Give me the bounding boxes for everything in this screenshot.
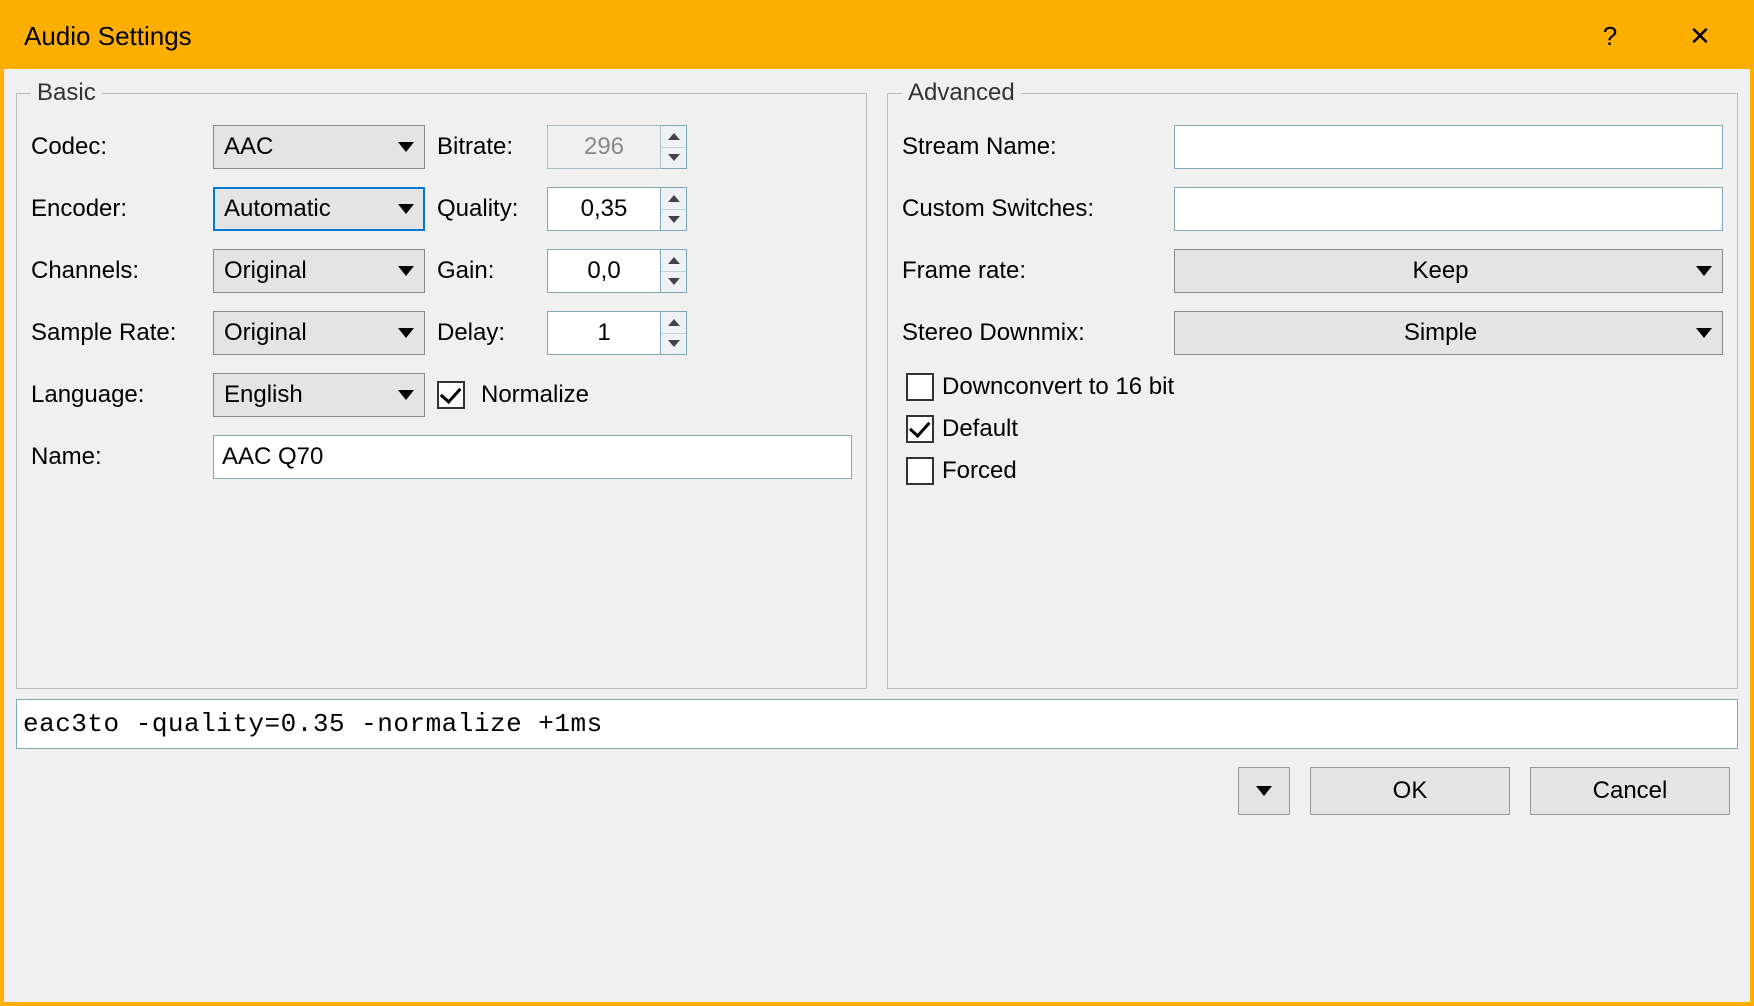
forced-checkbox[interactable] bbox=[906, 457, 934, 485]
arrow-down-icon bbox=[668, 340, 680, 347]
quality-input[interactable]: 0,35 bbox=[547, 187, 661, 231]
normalize-checkbox[interactable] bbox=[437, 381, 465, 409]
delay-up-button[interactable] bbox=[661, 312, 686, 334]
forced-label: Forced bbox=[942, 457, 1017, 485]
chevron-down-icon bbox=[398, 266, 414, 276]
chevron-down-icon bbox=[398, 328, 414, 338]
chevron-down-icon bbox=[398, 204, 414, 214]
language-value: English bbox=[224, 381, 398, 409]
close-button[interactable]: ✕ bbox=[1670, 17, 1730, 57]
help-button[interactable]: ? bbox=[1580, 17, 1640, 57]
chevron-down-icon bbox=[1696, 266, 1712, 276]
samplerate-label: Sample Rate: bbox=[31, 319, 201, 347]
codec-label: Codec: bbox=[31, 133, 201, 161]
name-input[interactable]: AAC Q70 bbox=[213, 435, 852, 479]
basic-legend: Basic bbox=[31, 79, 102, 107]
arrow-up-icon bbox=[668, 319, 680, 326]
name-label: Name: bbox=[31, 443, 201, 471]
chevron-down-icon bbox=[1256, 786, 1272, 796]
channels-label: Channels: bbox=[31, 257, 201, 285]
bitrate-spinner bbox=[661, 125, 687, 169]
titlebar: Audio Settings ? ✕ bbox=[4, 4, 1750, 69]
downconvert-checkbox[interactable] bbox=[906, 373, 934, 401]
chevron-down-icon bbox=[398, 142, 414, 152]
bitrate-label: Bitrate: bbox=[437, 133, 537, 161]
stereo-downmix-value: Simple bbox=[1185, 319, 1696, 347]
default-label: Default bbox=[942, 415, 1018, 443]
window-title: Audio Settings bbox=[24, 21, 192, 52]
gain-input[interactable]: 0,0 bbox=[547, 249, 661, 293]
quality-spinner bbox=[661, 187, 687, 231]
encoder-label: Encoder: bbox=[31, 195, 201, 223]
advanced-group: Advanced Stream Name: Custom Switches: F… bbox=[887, 79, 1738, 689]
quality-down-button[interactable] bbox=[661, 210, 686, 231]
delay-spinner bbox=[661, 311, 687, 355]
chevron-down-icon bbox=[1696, 328, 1712, 338]
encoder-value: Automatic bbox=[224, 195, 398, 223]
codec-combo[interactable]: AAC bbox=[213, 125, 425, 169]
framerate-combo[interactable]: Keep bbox=[1174, 249, 1723, 293]
downconvert-label: Downconvert to 16 bit bbox=[942, 373, 1174, 401]
bottom-bar: OK Cancel bbox=[4, 749, 1750, 833]
custom-switches-label: Custom Switches: bbox=[902, 195, 1162, 223]
advanced-legend: Advanced bbox=[902, 79, 1021, 107]
arrow-up-icon bbox=[668, 257, 680, 264]
arrow-down-icon bbox=[668, 278, 680, 285]
arrow-down-icon bbox=[668, 154, 680, 161]
cancel-button[interactable]: Cancel bbox=[1530, 767, 1730, 815]
stereo-downmix-combo[interactable]: Simple bbox=[1174, 311, 1723, 355]
gain-down-button[interactable] bbox=[661, 272, 686, 293]
bitrate-down-button[interactable] bbox=[661, 148, 686, 169]
gain-spinner bbox=[661, 249, 687, 293]
samplerate-value: Original bbox=[224, 319, 398, 347]
arrow-up-icon bbox=[668, 195, 680, 202]
stream-name-label: Stream Name: bbox=[902, 133, 1162, 161]
gain-up-button[interactable] bbox=[661, 250, 686, 272]
channels-value: Original bbox=[224, 257, 398, 285]
bitrate-up-button[interactable] bbox=[661, 126, 686, 148]
command-line-output[interactable]: eac3to -quality=0.35 -normalize +1ms bbox=[16, 699, 1738, 749]
preset-menu-button[interactable] bbox=[1238, 767, 1290, 815]
codec-value: AAC bbox=[224, 133, 398, 161]
delay-down-button[interactable] bbox=[661, 334, 686, 355]
quality-label: Quality: bbox=[437, 195, 537, 223]
framerate-label: Frame rate: bbox=[902, 257, 1162, 285]
stream-name-input[interactable] bbox=[1174, 125, 1723, 169]
channels-combo[interactable]: Original bbox=[213, 249, 425, 293]
arrow-up-icon bbox=[668, 133, 680, 140]
arrow-down-icon bbox=[668, 216, 680, 223]
language-combo[interactable]: English bbox=[213, 373, 425, 417]
samplerate-combo[interactable]: Original bbox=[213, 311, 425, 355]
delay-label: Delay: bbox=[437, 319, 537, 347]
encoder-combo[interactable]: Automatic bbox=[213, 187, 425, 231]
bitrate-input: 296 bbox=[547, 125, 661, 169]
normalize-label: Normalize bbox=[481, 381, 589, 409]
chevron-down-icon bbox=[398, 390, 414, 400]
gain-label: Gain: bbox=[437, 257, 537, 285]
ok-button[interactable]: OK bbox=[1310, 767, 1510, 815]
delay-input[interactable]: 1 bbox=[547, 311, 661, 355]
basic-group: Basic Codec: AAC Bitrate: 296 Encoder: bbox=[16, 79, 867, 689]
stereo-downmix-label: Stereo Downmix: bbox=[902, 319, 1162, 347]
default-checkbox[interactable] bbox=[906, 415, 934, 443]
custom-switches-input[interactable] bbox=[1174, 187, 1723, 231]
language-label: Language: bbox=[31, 381, 201, 409]
framerate-value: Keep bbox=[1185, 257, 1696, 285]
quality-up-button[interactable] bbox=[661, 188, 686, 210]
